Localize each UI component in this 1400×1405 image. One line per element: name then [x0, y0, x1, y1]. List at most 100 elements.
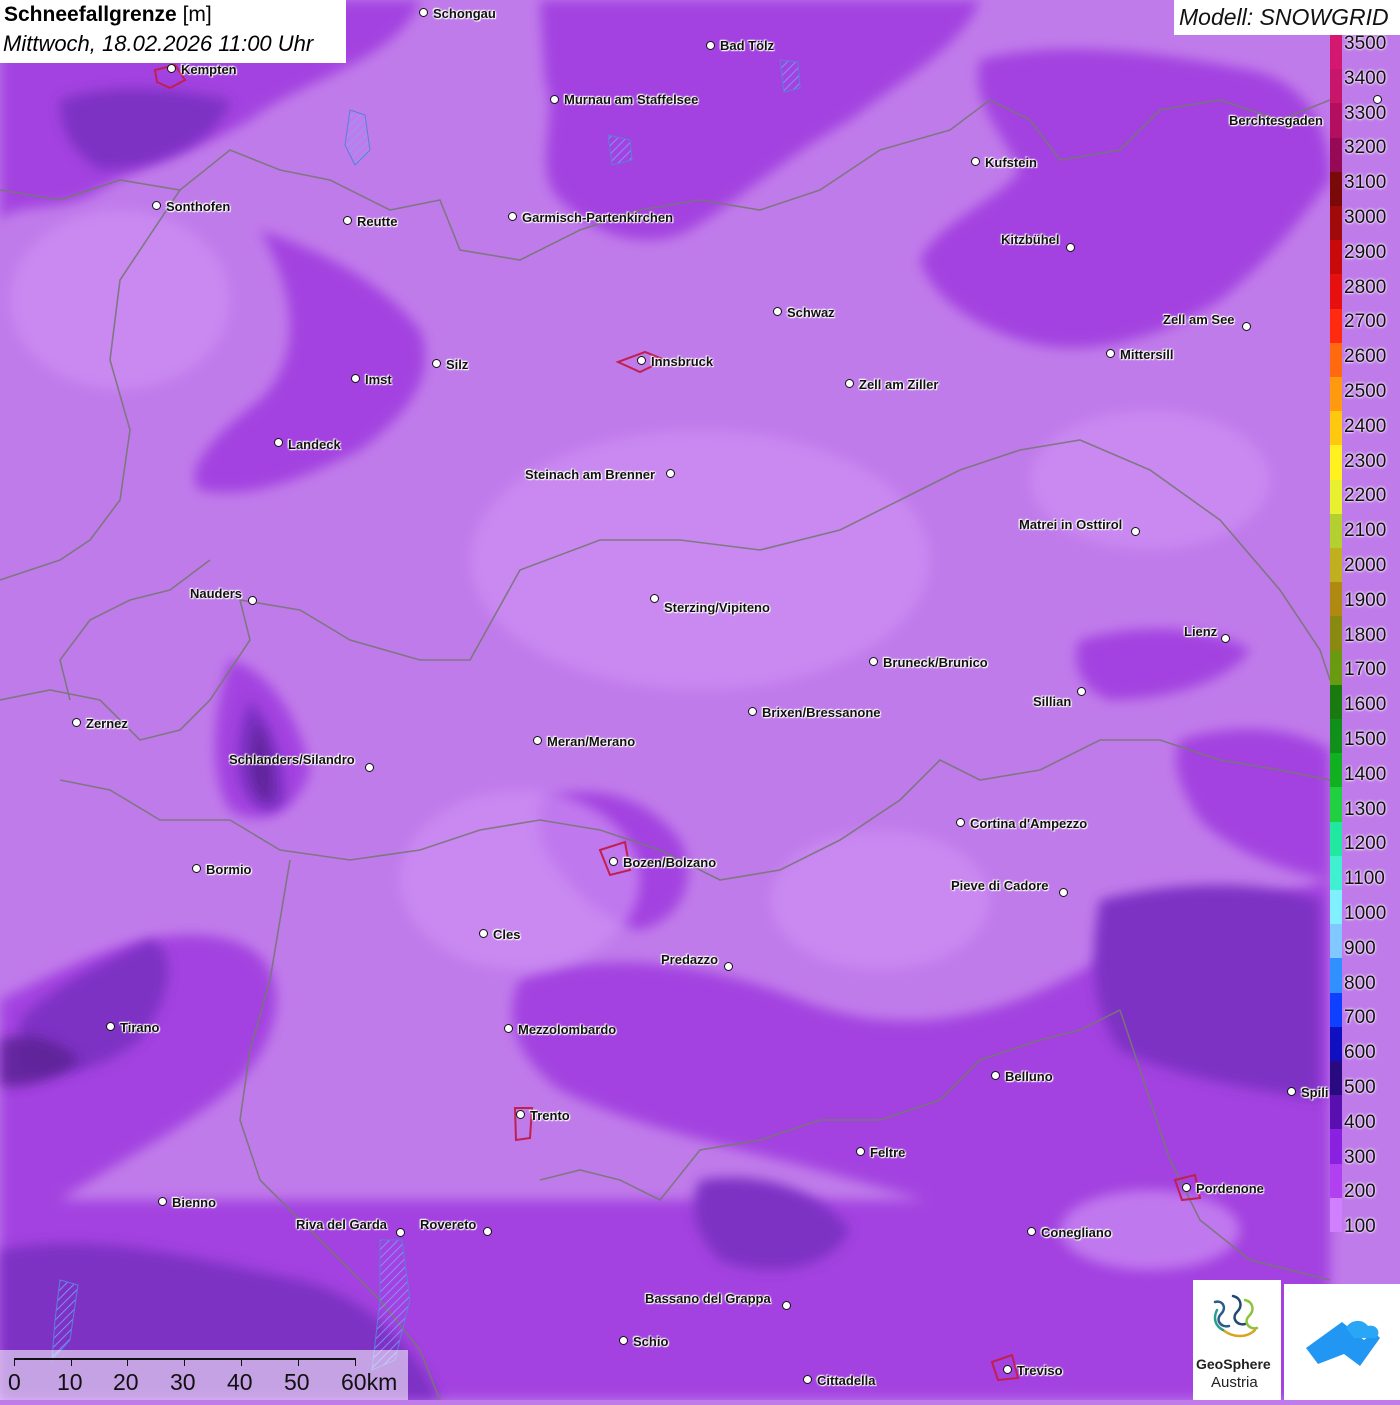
city-dot-icon[interactable]: [956, 818, 965, 827]
city-dot-icon[interactable]: [1131, 527, 1140, 536]
city-dot-icon[interactable]: [748, 707, 757, 716]
city-label[interactable]: Kempten: [181, 62, 237, 77]
city-dot-icon[interactable]: [803, 1375, 812, 1384]
city-dot-icon[interactable]: [856, 1147, 865, 1156]
city-dot-icon[interactable]: [1182, 1183, 1191, 1192]
city-label[interactable]: Feltre: [870, 1145, 905, 1160]
city-dot-icon[interactable]: [248, 596, 257, 605]
city-dot-icon[interactable]: [706, 41, 715, 50]
city-dot-icon[interactable]: [845, 379, 854, 388]
city-label[interactable]: Sonthofen: [166, 199, 230, 214]
city-label[interactable]: Bienno: [172, 1195, 216, 1210]
city-label[interactable]: Zernez: [86, 716, 128, 731]
city-dot-icon[interactable]: [869, 657, 878, 666]
city-label[interactable]: Pordenone: [1196, 1181, 1264, 1196]
city-label[interactable]: Treviso: [1017, 1363, 1063, 1378]
city-label[interactable]: Meran/Merano: [547, 734, 635, 749]
city-dot-icon[interactable]: [432, 359, 441, 368]
city-label[interactable]: Murnau am Staffelsee: [564, 92, 698, 107]
city-label[interactable]: Brixen/Bressanone: [762, 705, 881, 720]
city-dot-icon[interactable]: [1066, 243, 1075, 252]
city-dot-icon[interactable]: [773, 307, 782, 316]
city-label[interactable]: Landeck: [288, 437, 341, 452]
city-dot-icon[interactable]: [609, 857, 618, 866]
city-label[interactable]: Reutte: [357, 214, 397, 229]
city-label[interactable]: Lienz: [1184, 624, 1217, 639]
city-dot-icon[interactable]: [1287, 1087, 1296, 1096]
city-label[interactable]: Belluno: [1005, 1069, 1053, 1084]
city-label[interactable]: Zell am See: [1163, 312, 1235, 327]
city-dot-icon[interactable]: [504, 1024, 513, 1033]
city-dot-icon[interactable]: [971, 157, 980, 166]
city-dot-icon[interactable]: [152, 201, 161, 210]
city-dot-icon[interactable]: [158, 1197, 167, 1206]
weather-app-logo[interactable]: [1284, 1284, 1400, 1400]
city-dot-icon[interactable]: [274, 438, 283, 447]
city-dot-icon[interactable]: [619, 1336, 628, 1345]
city-label[interactable]: Kufstein: [985, 155, 1037, 170]
city-label[interactable]: Imst: [365, 372, 392, 387]
city-label[interactable]: Rovereto: [420, 1217, 476, 1232]
city-dot-icon[interactable]: [724, 962, 733, 971]
city-dot-icon[interactable]: [1077, 687, 1086, 696]
city-dot-icon[interactable]: [167, 64, 176, 73]
city-label[interactable]: Mezzolombardo: [518, 1022, 616, 1037]
city-label[interactable]: Mittersill: [1120, 347, 1173, 362]
city-label[interactable]: Trento: [530, 1108, 570, 1123]
city-dot-icon[interactable]: [396, 1228, 405, 1237]
city-dot-icon[interactable]: [637, 356, 646, 365]
city-dot-icon[interactable]: [550, 95, 559, 104]
city-label[interactable]: Cittadella: [817, 1373, 876, 1388]
city-dot-icon[interactable]: [782, 1301, 791, 1310]
city-label[interactable]: Cles: [493, 927, 520, 942]
city-label[interactable]: Matrei in Osttirol: [1019, 517, 1122, 532]
city-label[interactable]: Spili: [1301, 1085, 1328, 1100]
city-dot-icon[interactable]: [533, 736, 542, 745]
city-label[interactable]: Sterzing/Vipiteno: [664, 600, 770, 615]
city-label[interactable]: Schongau: [433, 6, 496, 21]
city-dot-icon[interactable]: [419, 8, 428, 17]
city-dot-icon[interactable]: [351, 374, 360, 383]
city-dot-icon[interactable]: [72, 718, 81, 727]
city-dot-icon[interactable]: [479, 929, 488, 938]
city-label[interactable]: Conegliano: [1041, 1225, 1112, 1240]
city-label[interactable]: Cortina d'Ampezzo: [970, 816, 1087, 831]
city-dot-icon[interactable]: [1242, 322, 1251, 331]
city-dot-icon[interactable]: [508, 212, 517, 221]
city-label[interactable]: Nauders: [190, 586, 242, 601]
city-label[interactable]: Schlanders/Silandro: [229, 752, 355, 767]
city-label[interactable]: Predazzo: [661, 952, 718, 967]
city-dot-icon[interactable]: [991, 1071, 1000, 1080]
city-dot-icon[interactable]: [106, 1022, 115, 1031]
city-label[interactable]: Steinach am Brenner: [525, 467, 655, 482]
city-label[interactable]: Bruneck/Brunico: [883, 655, 988, 670]
city-label[interactable]: Bormio: [206, 862, 252, 877]
city-label[interactable]: Sillian: [1033, 694, 1071, 709]
city-label[interactable]: Innsbruck: [651, 354, 713, 369]
city-label[interactable]: Schio: [633, 1334, 668, 1349]
city-dot-icon[interactable]: [1003, 1365, 1012, 1374]
city-dot-icon[interactable]: [365, 763, 374, 772]
city-label[interactable]: Schwaz: [787, 305, 835, 320]
city-dot-icon[interactable]: [1027, 1227, 1036, 1236]
city-dot-icon[interactable]: [1106, 349, 1115, 358]
city-label[interactable]: Silz: [446, 357, 468, 372]
city-label[interactable]: Zell am Ziller: [859, 377, 938, 392]
city-label[interactable]: Bad Tölz: [720, 38, 774, 53]
city-label[interactable]: Tirano: [120, 1020, 160, 1035]
city-dot-icon[interactable]: [650, 594, 659, 603]
city-dot-icon[interactable]: [1221, 634, 1230, 643]
city-dot-icon[interactable]: [516, 1110, 525, 1119]
city-dot-icon[interactable]: [1059, 888, 1068, 897]
city-label[interactable]: Bozen/Bolzano: [623, 855, 716, 870]
city-label[interactable]: Bassano del Grappa: [645, 1291, 771, 1306]
city-dot-icon[interactable]: [666, 469, 675, 478]
city-label[interactable]: Kitzbühel: [1001, 232, 1060, 247]
city-dot-icon[interactable]: [192, 864, 201, 873]
city-dot-icon[interactable]: [483, 1227, 492, 1236]
city-label[interactable]: Riva del Garda: [296, 1217, 387, 1232]
city-label[interactable]: Pieve di Cadore: [951, 878, 1049, 893]
city-dot-icon[interactable]: [343, 216, 352, 225]
city-label[interactable]: Berchtesgaden: [1229, 113, 1323, 128]
city-label[interactable]: Garmisch-Partenkirchen: [522, 210, 673, 225]
